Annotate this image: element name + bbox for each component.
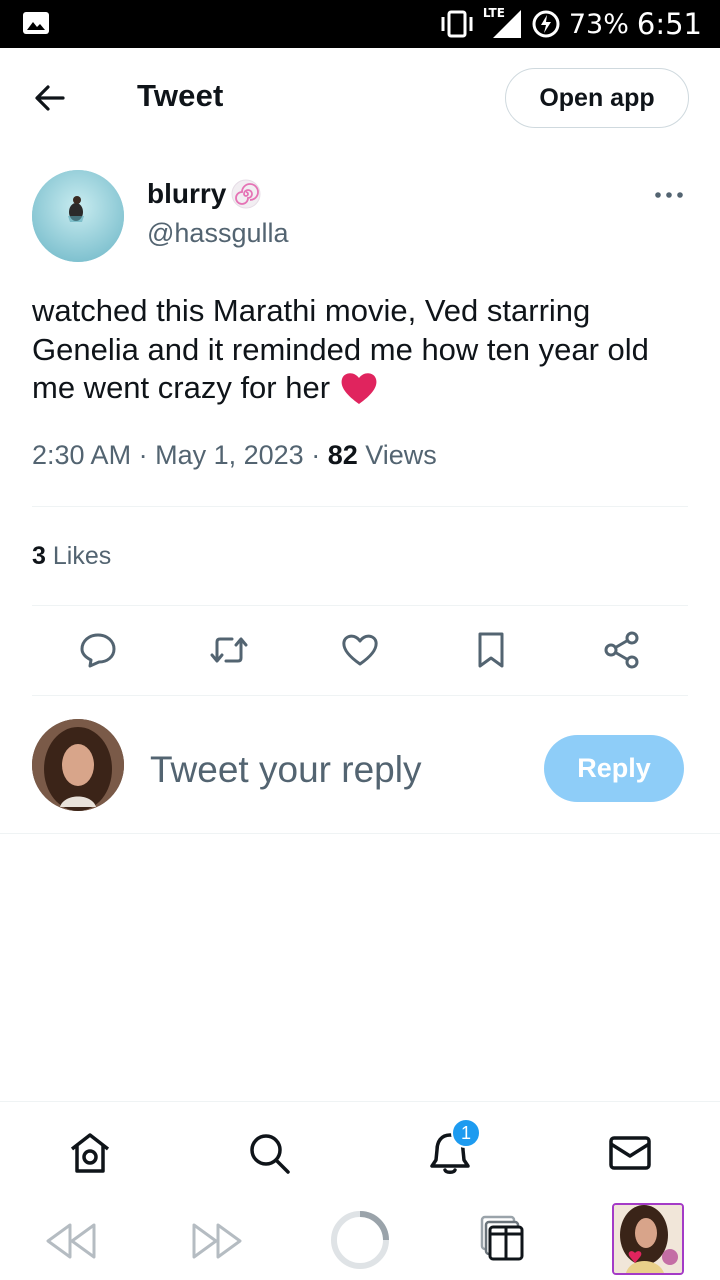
vibrate-icon <box>439 9 475 39</box>
my-avatar <box>32 719 124 811</box>
page-title: Tweet <box>137 78 224 113</box>
bookmark-action-button[interactable] <box>469 628 513 672</box>
meta-separator: · <box>138 440 156 470</box>
retweet-action-button[interactable] <box>207 628 251 672</box>
tweet-actions <box>32 620 688 680</box>
reply-action-button[interactable] <box>76 628 120 672</box>
loading-ring-icon <box>331 1211 389 1269</box>
open-app-button[interactable]: Open app <box>505 68 689 128</box>
arrow-left-icon <box>35 85 65 111</box>
browser-home-button[interactable] <box>329 1209 391 1271</box>
heart-outline-icon <box>342 634 378 666</box>
likes-label: Likes <box>52 542 112 570</box>
author-avatar[interactable] <box>32 170 124 262</box>
current-tab-thumbnail[interactable] <box>612 1203 684 1275</box>
tabs-icon <box>480 1215 524 1261</box>
tweet-meta: 2:30 AM · May 1, 2023 · 82 Views <box>32 440 437 471</box>
network-type: LTE <box>482 6 505 20</box>
divider <box>32 695 688 696</box>
likes-stat[interactable]: 3 Likes <box>32 542 111 571</box>
bookmark-icon <box>478 632 504 668</box>
more-horizontal-icon <box>655 192 683 198</box>
tab-home[interactable] <box>67 1130 113 1176</box>
bottom-tab-bar <box>0 1101 720 1201</box>
meta-separator: · <box>311 440 328 470</box>
divider <box>32 506 688 507</box>
tab-messages[interactable] <box>607 1130 653 1176</box>
share-action-button[interactable] <box>600 628 644 672</box>
signal-icon: LTE <box>482 6 523 40</box>
gallery-notification-icon <box>22 11 50 35</box>
notification-badge: 1 <box>451 1118 481 1148</box>
views-count: 82 <box>327 440 358 470</box>
back-button[interactable] <box>30 78 70 118</box>
rewind-icon <box>46 1223 96 1259</box>
clock: 6:51 <box>636 7 702 41</box>
browser-forward-button[interactable] <box>188 1219 244 1263</box>
tab-search[interactable] <box>246 1130 292 1176</box>
retweet-icon <box>210 637 248 663</box>
browser-back-button[interactable] <box>44 1219 100 1263</box>
red-heart-emoji-icon <box>341 373 377 404</box>
likes-count: 3 <box>32 542 46 570</box>
tweet-time: 2:30 AM <box>32 440 132 470</box>
share-icon <box>604 631 639 669</box>
author-handle[interactable]: @hassgulla <box>147 218 289 249</box>
spiral-emoji-icon <box>231 179 261 209</box>
status-bar: LTE 73% 6:51 <box>0 0 720 48</box>
battery-percent: 73% <box>568 8 629 40</box>
reply-button[interactable]: Reply <box>544 735 684 802</box>
more-options-button[interactable] <box>654 180 684 210</box>
tweet-date: May 1, 2023 <box>155 440 304 470</box>
top-app-bar: Tweet Open app <box>0 48 720 148</box>
search-icon <box>250 1134 290 1174</box>
fast-forward-icon <box>192 1223 242 1259</box>
author-name[interactable]: blurry <box>147 178 226 210</box>
like-action-button[interactable] <box>338 628 382 672</box>
mail-icon <box>609 1136 651 1170</box>
views-label: Views <box>365 440 437 470</box>
divider <box>32 605 688 606</box>
browser-tabs-button[interactable] <box>478 1213 528 1263</box>
divider <box>0 833 720 834</box>
tweet-text: watched this Marathi movie, Ved starring… <box>32 292 692 408</box>
reply-input[interactable] <box>150 740 520 800</box>
comment-icon <box>80 633 116 668</box>
home-icon <box>70 1133 110 1173</box>
battery-saver-icon <box>531 9 561 39</box>
